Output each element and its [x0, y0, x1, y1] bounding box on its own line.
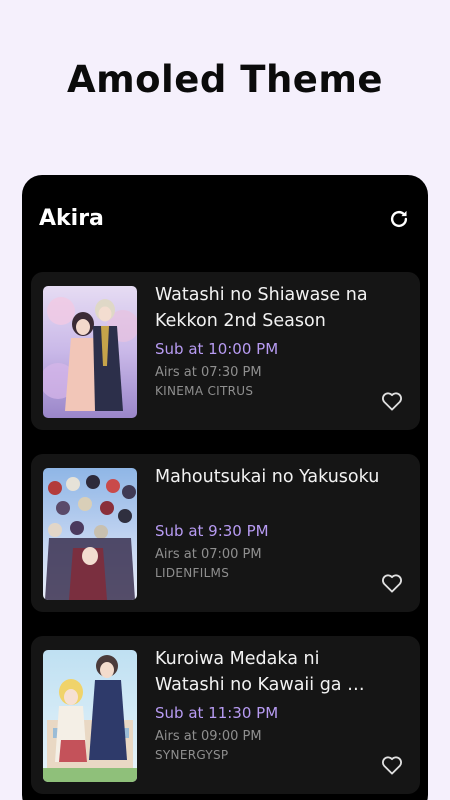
heart-outline-icon[interactable]	[381, 573, 403, 593]
anime-info: Watashi no Shiawase na Kekkon 2nd Season…	[155, 282, 385, 398]
anime-card[interactable]: Watashi no Shiawase na Kekkon 2nd Season…	[31, 272, 420, 430]
anime-cover-image	[43, 286, 137, 418]
heart-outline-icon[interactable]	[381, 755, 403, 775]
studio-name: KINEMA CITRUS	[155, 384, 254, 398]
sub-time: Sub at 9:30 PM	[155, 522, 269, 540]
air-time: Airs at 09:00 PM	[155, 729, 262, 744]
app-title: Akira	[39, 206, 104, 231]
anime-title: Mahoutsukai no Yakusoku	[155, 467, 380, 487]
air-time: Airs at 07:30 PM	[155, 365, 262, 380]
anime-card[interactable]: Kuroiwa Medaka ni Watashi no Kawaii ga ……	[31, 636, 420, 794]
refresh-icon[interactable]	[388, 208, 410, 230]
anime-cover-image	[43, 650, 137, 782]
anime-title: Kuroiwa Medaka ni Watashi no Kawaii ga …	[155, 649, 365, 695]
studio-name: SYNERGYSP	[155, 748, 229, 762]
air-time: Airs at 07:00 PM	[155, 547, 262, 562]
sub-time: Sub at 10:00 PM	[155, 340, 279, 358]
anime-info: Mahoutsukai no Yakusoku Sub at 9:30 PM A…	[155, 464, 385, 580]
anime-info: Kuroiwa Medaka ni Watashi no Kawaii ga ……	[155, 646, 385, 762]
anime-cover-image	[43, 468, 137, 600]
promo-headline: Amoled Theme	[66, 58, 384, 101]
studio-name: LIDENFILMS	[155, 566, 230, 580]
heart-outline-icon[interactable]	[381, 391, 403, 411]
phone-screen: Akira Watashi no Shiawase na Kekkon 2nd …	[22, 175, 428, 800]
app-bar: Akira	[22, 175, 428, 267]
anime-card[interactable]: Mahoutsukai no Yakusoku Sub at 9:30 PM A…	[31, 454, 420, 612]
anime-title: Watashi no Shiawase na Kekkon 2nd Season	[155, 285, 368, 331]
sub-time: Sub at 11:30 PM	[155, 704, 279, 722]
